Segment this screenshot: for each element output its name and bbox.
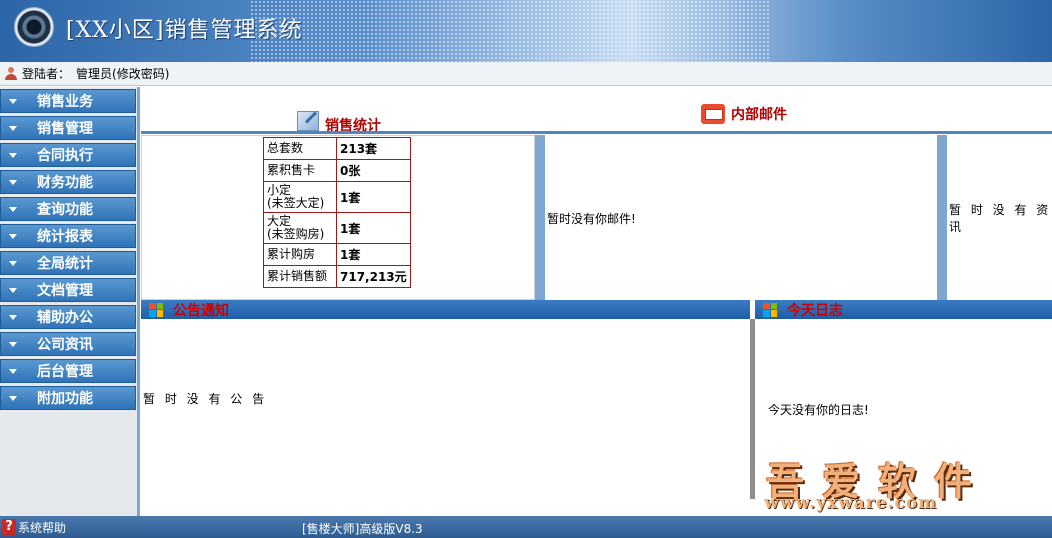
sidebar-item-label: 全局统计 (37, 256, 93, 272)
stat-label: 累计销售额 (263, 265, 337, 288)
stat-label: 大定 (未签购房) (263, 212, 337, 244)
sidebar-item-label: 财务功能 (37, 175, 93, 191)
sidebar-item-label: 附加功能 (37, 391, 93, 407)
notepad-icon (297, 111, 319, 131)
world-map-decoration (250, 0, 770, 62)
sidebar-item-extras[interactable]: 附加功能 (0, 386, 136, 410)
watermark: 吾爱软件 www.yxware.com (760, 451, 1052, 513)
help-link[interactable]: 系统帮助 (18, 519, 66, 536)
notice-panel: 暂 时 没 有 公 告 (141, 319, 748, 516)
stat-label: 总套数 (263, 137, 337, 160)
stats-panel: 总套数 213套 累积售卡 0张 小定 (未签大定) 1套 大定 (未签购房) 1套… (141, 135, 535, 300)
user-icon (4, 66, 18, 81)
stat-value: 717,213元 (336, 265, 411, 288)
stat-value: 0张 (336, 159, 411, 182)
logo-icon (14, 7, 54, 47)
user-name-link[interactable]: 管理员(修改密码) (76, 65, 169, 82)
chevron-down-icon (9, 287, 17, 293)
sidebar-item-finance[interactable]: 财务功能 (0, 170, 136, 194)
table-row: 累计销售额 717,213元 (263, 265, 411, 288)
stat-value: 1套 (336, 212, 411, 244)
sidebar-item-office[interactable]: 辅助办公 (0, 305, 136, 329)
sidebar-item-documents[interactable]: 文档管理 (0, 278, 136, 302)
log-title[interactable]: 今天日志 (787, 300, 843, 320)
sidebar-item-label: 辅助办公 (37, 310, 93, 326)
sidebar-item-label: 查询功能 (37, 202, 93, 218)
windows-icon (149, 302, 163, 317)
user-bar: 登陆者： 管理员(修改密码) (0, 62, 1052, 86)
panel-divider (750, 319, 755, 499)
stat-label: 累计购房 (263, 243, 337, 266)
table-row: 累计购房 1套 (263, 243, 411, 266)
sidebar-item-label: 公司资讯 (37, 337, 93, 353)
stats-table: 总套数 213套 累积售卡 0张 小定 (未签大定) 1套 大定 (未签购房) 1套… (263, 137, 411, 288)
sidebar-item-label: 文档管理 (37, 283, 93, 299)
chevron-down-icon (9, 395, 17, 401)
chevron-down-icon (9, 98, 17, 104)
sidebar-item-label: 销售管理 (37, 121, 93, 137)
chevron-down-icon (9, 314, 17, 320)
table-row: 大定 (未签购房) 1套 (263, 212, 411, 244)
app-title: [XX小区]销售管理系统 (66, 18, 303, 43)
panel-divider (535, 135, 545, 300)
chevron-down-icon (9, 233, 17, 239)
notice-title[interactable]: 公告通知 (173, 300, 229, 320)
table-row: 小定 (未签大定) 1套 (263, 181, 411, 213)
login-label: 登陆者： (22, 67, 71, 81)
mail-empty-text: 暂时没有你邮件! (547, 212, 636, 226)
watermark-url: www.yxware.com (764, 493, 938, 513)
sidebar-item-query[interactable]: 查询功能 (0, 197, 136, 221)
sidebar-item-label: 销售业务 (37, 94, 93, 110)
mail-icon (701, 104, 725, 124)
chevron-down-icon (9, 260, 17, 266)
table-row: 累积售卡 0张 (263, 159, 411, 182)
chevron-down-icon (9, 341, 17, 347)
sidebar-item-label: 合同执行 (37, 148, 93, 164)
notice-bar: 公告通知 (141, 300, 750, 319)
chevron-down-icon (9, 152, 17, 158)
stat-label: 小定 (未签大定) (263, 181, 337, 213)
help-icon[interactable]: ? (2, 519, 16, 535)
log-bar: 今天日志 (755, 300, 1052, 319)
sidebar-item-label: 统计报表 (37, 229, 93, 245)
chevron-down-icon (9, 368, 17, 374)
sidebar-menu: 销售业务 销售管理 合同执行 财务功能 查询功能 统计报表 全局统计 文档管理 … (0, 87, 140, 516)
stat-value: 1套 (336, 243, 411, 266)
version-text: [售楼大师]高级版V8.3 (302, 522, 423, 536)
log-empty-text: 今天没有你的日志! (768, 403, 869, 417)
notice-empty-text: 暂 时 没 有 公 告 (143, 392, 268, 406)
stat-label: 累积售卡 (263, 159, 337, 182)
chevron-down-icon (9, 125, 17, 131)
stat-value: 213套 (336, 137, 411, 160)
stat-value: 1套 (336, 181, 411, 213)
mail-title[interactable]: 内部邮件 (731, 104, 787, 124)
sidebar-item-sales-management[interactable]: 销售管理 (0, 116, 136, 140)
sidebar-item-label: 后台管理 (37, 364, 93, 380)
sidebar-item-reports[interactable]: 统计报表 (0, 224, 136, 248)
mail-header[interactable]: 内部邮件 (701, 104, 787, 124)
app-header: [XX小区]销售管理系统 (0, 0, 1052, 62)
windows-icon (763, 302, 777, 317)
panel-divider (937, 135, 947, 300)
info-empty-text: 暂 时 没 有 资 讯 (949, 203, 1052, 234)
sidebar-item-admin[interactable]: 后台管理 (0, 359, 136, 383)
section-divider (141, 131, 1052, 134)
sidebar-item-global-stats[interactable]: 全局统计 (0, 251, 136, 275)
mail-panel: 暂时没有你邮件! (545, 135, 937, 300)
info-panel: 暂 时 没 有 资 讯 (947, 135, 1052, 300)
chevron-down-icon (9, 179, 17, 185)
sidebar-item-company-news[interactable]: 公司资讯 (0, 332, 136, 356)
table-row: 总套数 213套 (263, 137, 411, 160)
chevron-down-icon (9, 206, 17, 212)
sidebar-item-sales-business[interactable]: 销售业务 (0, 89, 136, 113)
status-bar: ? 系统帮助 [售楼大师]高级版V8.3 (0, 516, 1052, 538)
sidebar-item-contract[interactable]: 合同执行 (0, 143, 136, 167)
